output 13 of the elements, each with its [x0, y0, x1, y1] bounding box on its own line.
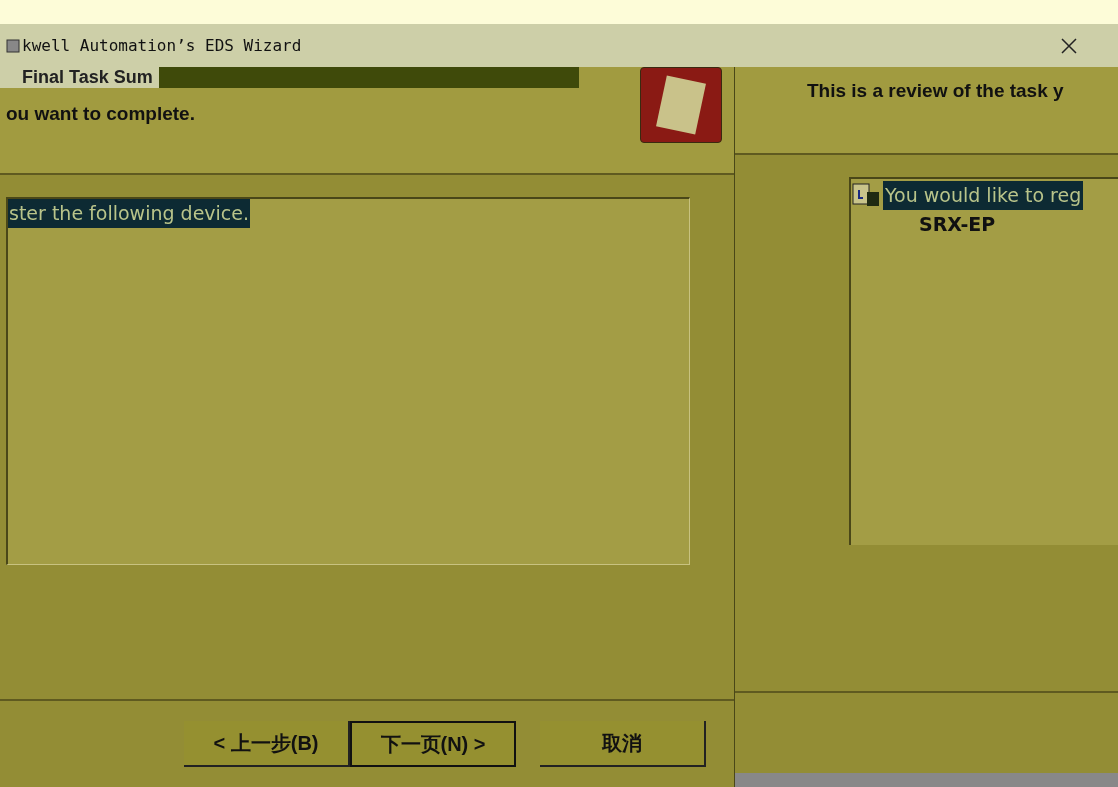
wizard-button[interactable]: 下一页(N) >	[350, 721, 516, 767]
page-heading: Final Task Sum	[0, 67, 159, 88]
wizard-button[interactable]: 取消	[540, 721, 706, 767]
tree-item[interactable]: You would like to reg	[883, 181, 1084, 210]
app-icon	[6, 38, 20, 53]
wizard-button[interactable]: < 上一步(B)	[184, 721, 350, 767]
page-subheading: This is a review of the task y	[807, 80, 1064, 101]
list-item[interactable]: ster the following device.	[8, 199, 250, 228]
page-subheading: ou want to complete.	[5, 102, 196, 126]
tree-item[interactable]: SRX-EP	[917, 209, 998, 238]
document-icon	[851, 182, 881, 209]
close-icon[interactable]	[1060, 36, 1078, 55]
window-title: kwell Automation’s EDS Wizard	[22, 34, 302, 57]
